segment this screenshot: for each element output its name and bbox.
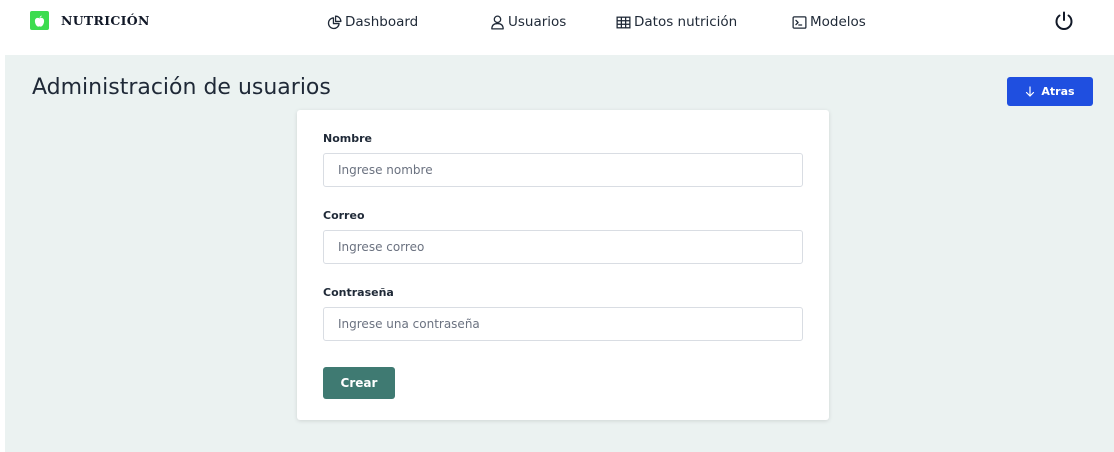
user-form-card: Nombre Correo Contraseña Crear (297, 110, 829, 420)
nav-item-modelos[interactable]: Modelos (791, 11, 866, 33)
terminal-icon (791, 14, 808, 31)
nombre-input[interactable] (323, 153, 803, 187)
nav-item-usuarios[interactable]: Usuarios (489, 11, 566, 33)
table-icon (615, 14, 632, 31)
logout-button[interactable] (1052, 9, 1076, 33)
user-icon (489, 14, 506, 31)
contrasena-label: Contraseña (323, 286, 394, 299)
correo-label: Correo (323, 209, 365, 222)
nombre-label: Nombre (323, 132, 372, 145)
nav-item-label: Usuarios (508, 14, 567, 30)
pie-chart-icon (326, 14, 343, 31)
brand-name: NUTRICIÓN (61, 13, 150, 28)
page-title: Administración de usuarios (32, 75, 331, 100)
nav-item-datos-nutricion[interactable]: Datos nutrición (615, 11, 737, 33)
correo-input[interactable] (323, 230, 803, 264)
nav-item-label: Datos nutrición (634, 14, 738, 30)
crear-button[interactable]: Crear (323, 367, 395, 399)
nav-item-label: Dashboard (345, 14, 419, 30)
apple-icon (30, 11, 49, 30)
power-icon (1055, 11, 1073, 30)
arrow-down-icon (1025, 86, 1035, 97)
contrasena-input[interactable] (323, 307, 803, 341)
back-button[interactable]: Atras (1007, 77, 1093, 106)
nav-item-dashboard[interactable]: Dashboard (326, 11, 418, 33)
main-content: Administración de usuarios Atras Nombre … (5, 55, 1114, 452)
back-button-label: Atras (1041, 85, 1075, 98)
top-navbar: NUTRICIÓN Dashboard Usuarios Datos nutri… (0, 0, 1114, 46)
brand[interactable]: NUTRICIÓN (30, 11, 150, 30)
nav-item-label: Modelos (810, 14, 866, 30)
